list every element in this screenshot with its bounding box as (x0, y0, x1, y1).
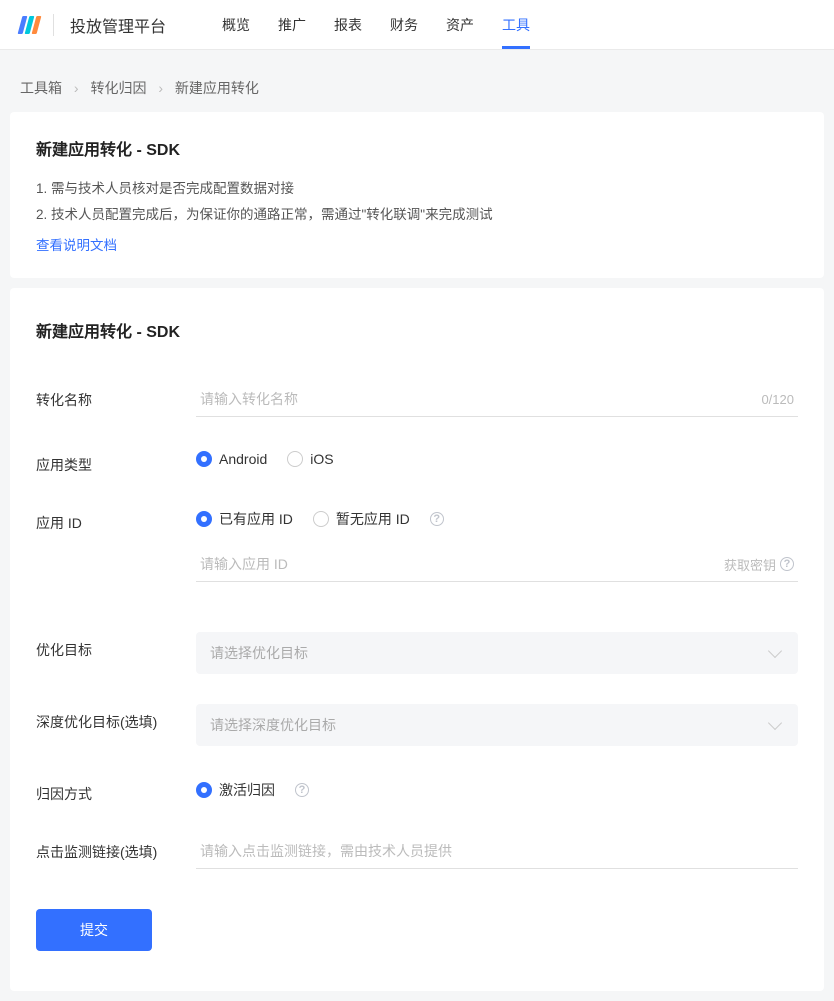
radio-has-app-id[interactable]: 已有应用 ID (196, 509, 293, 529)
get-key-text: 获取密钥 (724, 555, 776, 574)
nav-promotion[interactable]: 推广 (278, 0, 306, 49)
breadcrumb: 工具箱 › 转化归因 › 新建应用转化 (10, 60, 824, 112)
intro-line-2: 2. 技术人员配置完成后，为保证你的通路正常，需通过"转化联调"来完成测试 (36, 202, 798, 228)
radio-icon (196, 782, 212, 798)
radio-icon (196, 511, 212, 527)
doc-link[interactable]: 查看说明文档 (36, 234, 117, 254)
app-logo (20, 16, 39, 34)
deep-opt-select[interactable]: 请选择深度优化目标 (196, 704, 798, 746)
nav-finance[interactable]: 财务 (390, 0, 418, 49)
row-app-id-input: 获取密钥 ? (36, 547, 798, 582)
label-empty (36, 547, 196, 555)
row-deep-opt: 深度优化目标(选填) 请选择深度优化目标 (36, 704, 798, 746)
row-conversion-name: 转化名称 0/120 (36, 382, 798, 417)
char-count: 0/120 (761, 392, 798, 407)
opt-goal-select[interactable]: 请选择优化目标 (196, 632, 798, 674)
chevron-down-icon (768, 644, 782, 658)
form-title: 新建应用转化 - SDK (36, 318, 798, 342)
app-id-input[interactable] (196, 547, 724, 581)
label-app-id: 应用 ID (36, 505, 196, 533)
platform-name: 投放管理平台 (70, 13, 166, 37)
radio-icon (313, 511, 329, 527)
nav-tools[interactable]: 工具 (502, 0, 530, 49)
header-divider (53, 14, 54, 36)
main-nav: 概览 推广 报表 财务 资产 工具 (222, 0, 530, 49)
help-icon[interactable]: ? (295, 783, 309, 797)
form-card: 新建应用转化 - SDK 转化名称 0/120 应用类型 Android (10, 288, 824, 991)
breadcrumb-sep: › (74, 80, 79, 96)
nav-reports[interactable]: 报表 (334, 0, 362, 49)
opt-goal-placeholder: 请选择优化目标 (210, 643, 308, 663)
row-opt-goal: 优化目标 请选择优化目标 (36, 632, 798, 674)
radio-icon (196, 451, 212, 467)
deep-opt-placeholder: 请选择深度优化目标 (210, 715, 336, 735)
label-app-type: 应用类型 (36, 447, 196, 475)
breadcrumb-current: 新建应用转化 (175, 80, 259, 96)
radio-attribution-label: 激活归因 (219, 780, 275, 800)
breadcrumb-sep: › (158, 80, 163, 96)
intro-card: 新建应用转化 - SDK 1. 需与技术人员核对是否完成配置数据对接 2. 技术… (10, 112, 824, 278)
radio-ios-label: iOS (310, 451, 333, 467)
submit-button[interactable]: 提交 (36, 909, 152, 951)
label-attribution: 归因方式 (36, 776, 196, 804)
radio-ios[interactable]: iOS (287, 451, 333, 467)
click-monitor-input[interactable] (196, 834, 798, 868)
nav-assets[interactable]: 资产 (446, 0, 474, 49)
radio-android-label: Android (219, 451, 267, 467)
label-opt-goal: 优化目标 (36, 632, 196, 660)
radio-no-app-id[interactable]: 暂无应用 ID (313, 509, 410, 529)
help-icon[interactable]: ? (430, 512, 444, 526)
intro-title: 新建应用转化 - SDK (36, 136, 798, 160)
breadcrumb-toolbox[interactable]: 工具箱 (20, 80, 62, 96)
nav-overview[interactable]: 概览 (222, 0, 250, 49)
app-header: 投放管理平台 概览 推广 报表 财务 资产 工具 (0, 0, 834, 50)
intro-line-1: 1. 需与技术人员核对是否完成配置数据对接 (36, 176, 798, 202)
help-icon: ? (780, 557, 794, 571)
breadcrumb-attribution[interactable]: 转化归因 (90, 80, 146, 96)
label-click-monitor: 点击监测链接(选填) (36, 834, 196, 862)
radio-activation-attribution[interactable]: 激活归因 (196, 780, 275, 800)
row-app-type: 应用类型 Android iOS (36, 447, 798, 475)
radio-has-app-id-label: 已有应用 ID (219, 509, 293, 529)
row-attribution: 归因方式 激活归因 ? (36, 776, 798, 804)
conversion-name-input[interactable] (196, 382, 761, 416)
get-key-link[interactable]: 获取密钥 ? (724, 555, 798, 574)
row-click-monitor: 点击监测链接(选填) (36, 834, 798, 869)
page-content: 工具箱 › 转化归因 › 新建应用转化 新建应用转化 - SDK 1. 需与技术… (0, 50, 834, 1001)
radio-android[interactable]: Android (196, 451, 267, 467)
row-app-id-radio: 应用 ID 已有应用 ID 暂无应用 ID ? (36, 505, 798, 533)
label-conversion-name: 转化名称 (36, 382, 196, 410)
radio-icon (287, 451, 303, 467)
radio-no-app-id-label: 暂无应用 ID (336, 509, 410, 529)
label-deep-opt: 深度优化目标(选填) (36, 704, 196, 732)
chevron-down-icon (768, 716, 782, 730)
